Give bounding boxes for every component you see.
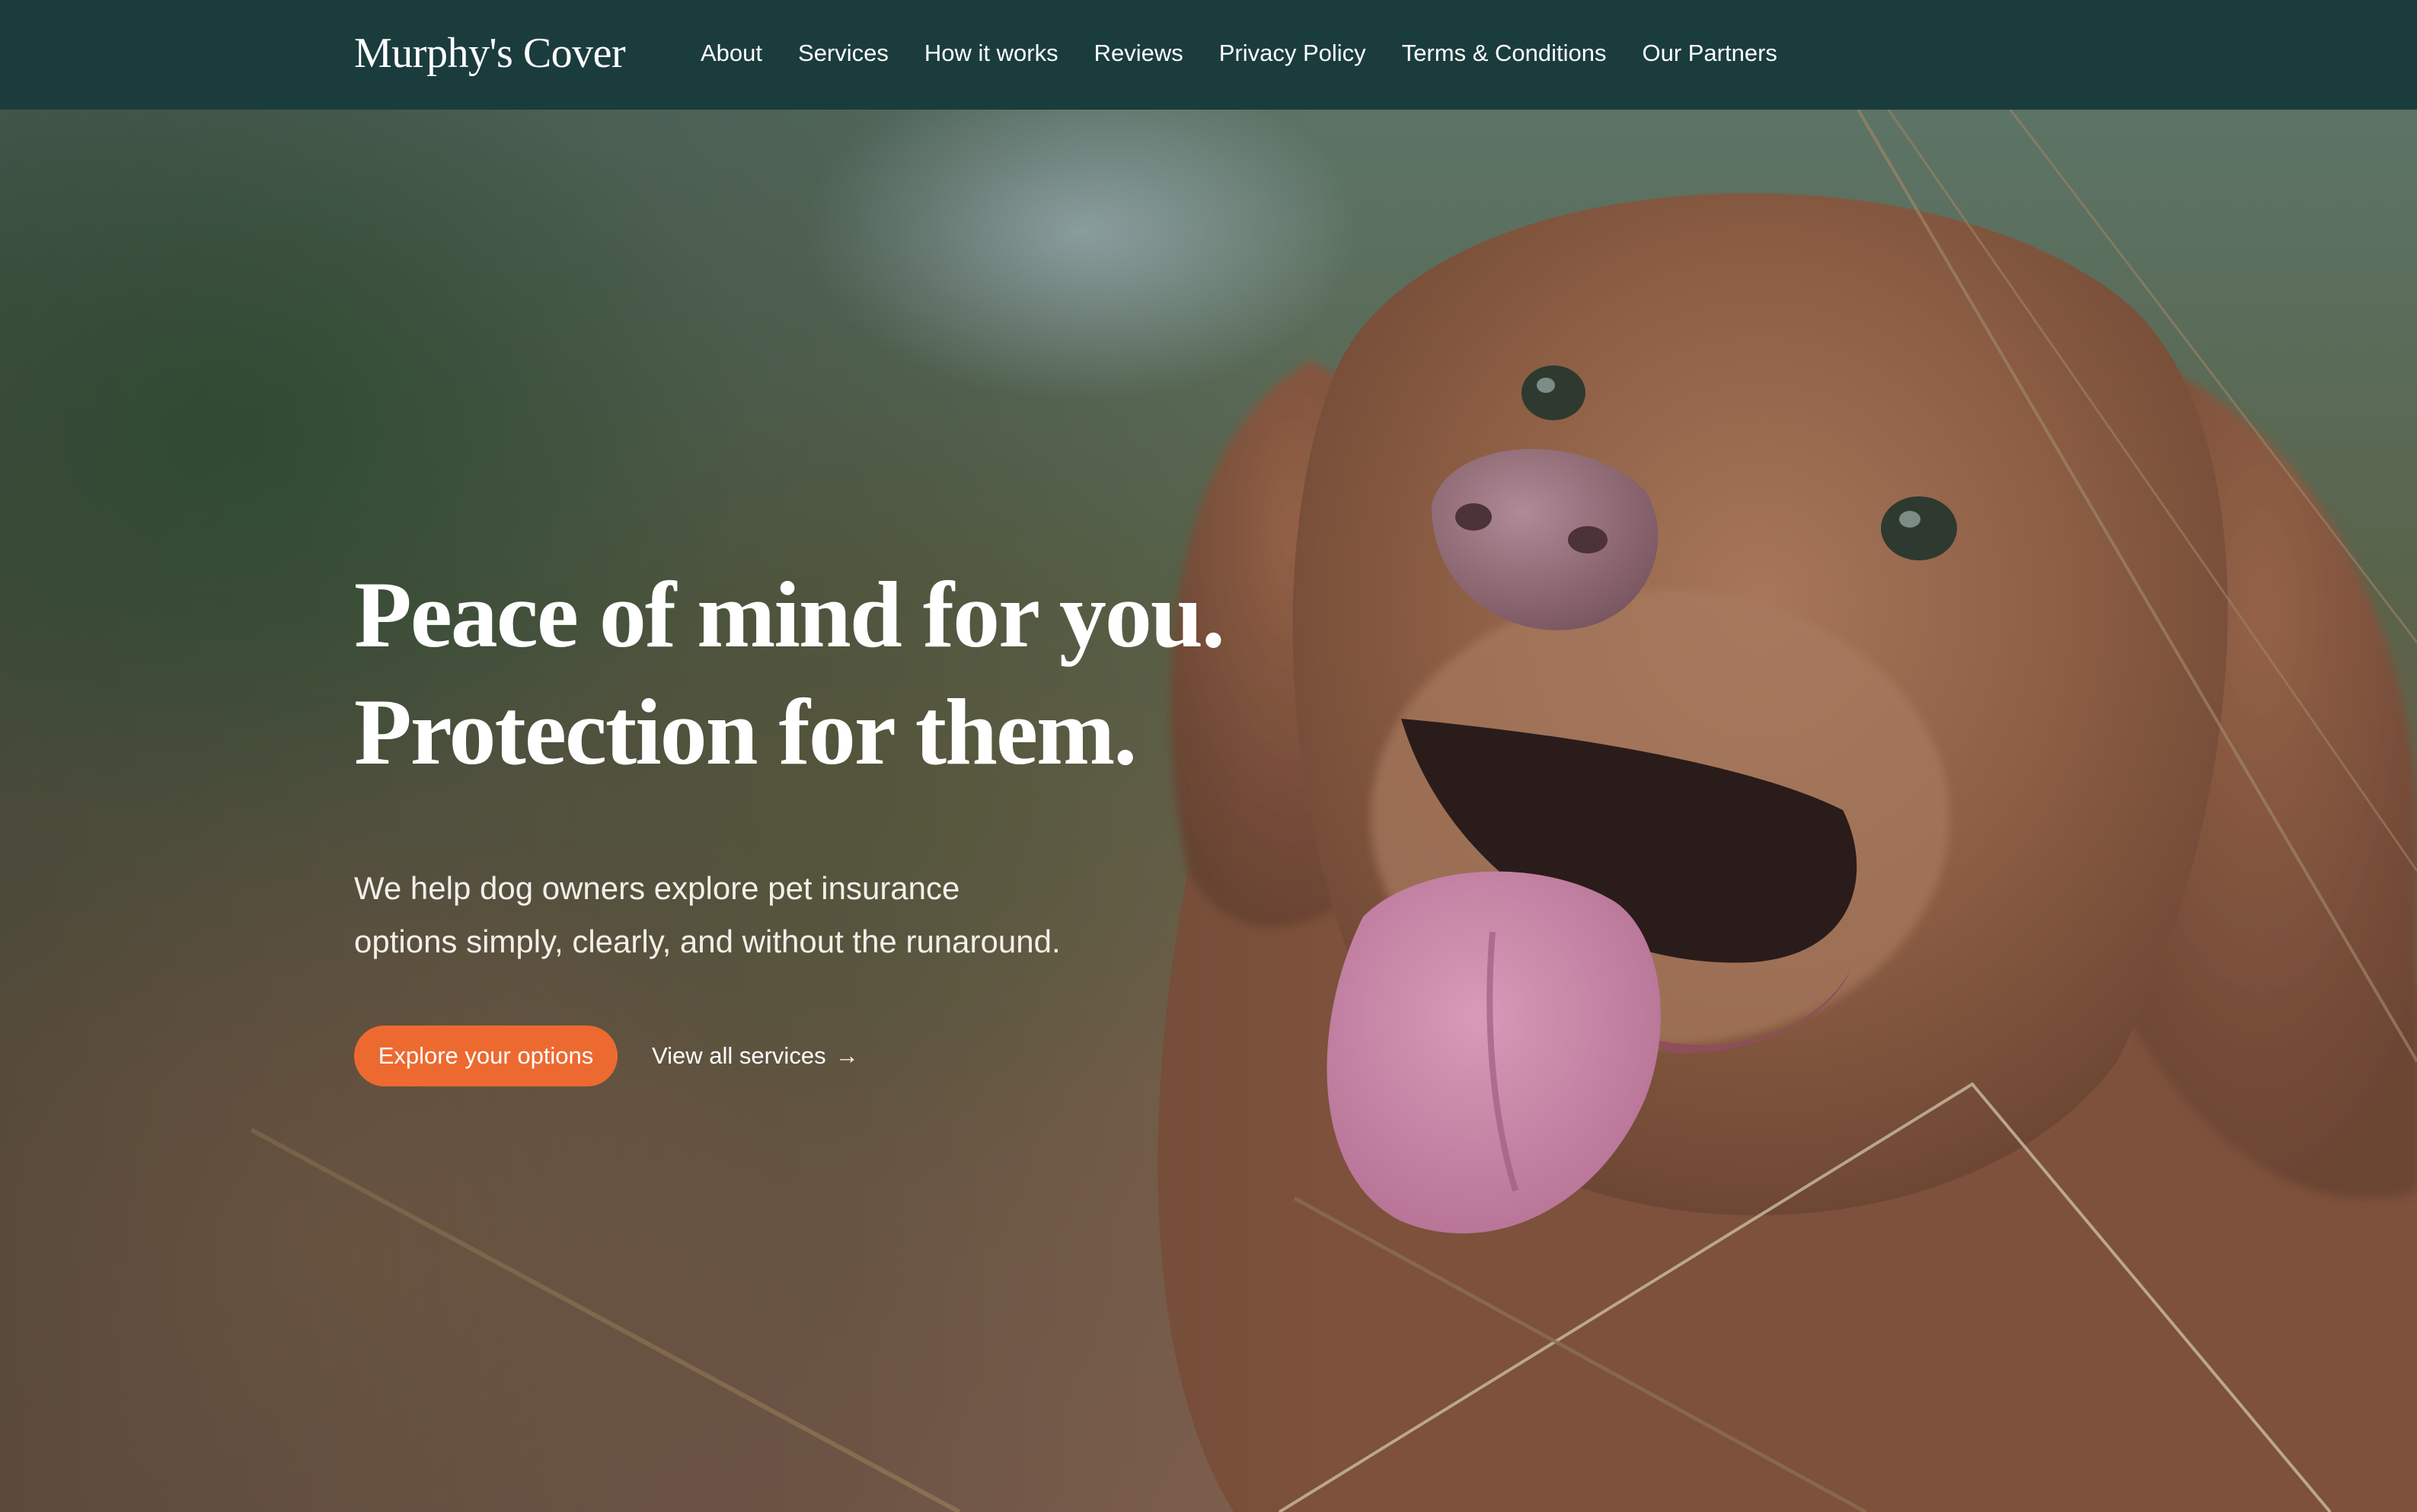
view-all-services-label: View all services: [652, 1042, 826, 1069]
nav-link-services[interactable]: Services: [798, 32, 889, 75]
nav-link-our-partners[interactable]: Our Partners: [1642, 32, 1777, 75]
nav-link-how-it-works[interactable]: How it works: [924, 32, 1058, 75]
view-all-services-link[interactable]: View all services →: [652, 1026, 859, 1086]
subtext-line-1: We help dog owners explore pet insurance: [354, 870, 960, 906]
nav-link-reviews[interactable]: Reviews: [1094, 32, 1183, 75]
hero-section: [0, 110, 2417, 1512]
hero-overlay: [0, 110, 2417, 1512]
nav-link-terms-conditions[interactable]: Terms & Conditions: [1402, 32, 1607, 75]
explore-options-button[interactable]: Explore your options: [354, 1026, 618, 1086]
brand-logo[interactable]: Murphy's Cover: [354, 26, 626, 81]
top-navigation-bar: Murphy's Cover About Services How it wor…: [0, 0, 2417, 110]
nav-link-about[interactable]: About: [701, 32, 762, 75]
hero-headline: Peace of mind for you. Protection for th…: [354, 557, 1225, 791]
headline-line-1: Peace of mind for you.: [354, 563, 1225, 668]
nav-link-privacy-policy[interactable]: Privacy Policy: [1219, 32, 1366, 75]
main-nav: About Services How it works Reviews Priv…: [701, 32, 1813, 75]
hero-subtext: We help dog owners explore pet insurance…: [354, 862, 1116, 968]
subtext-line-2: options simply, clearly, and without the…: [354, 923, 1061, 959]
headline-line-2: Protection for them.: [354, 680, 1137, 785]
arrow-right-icon: →: [835, 1042, 859, 1069]
